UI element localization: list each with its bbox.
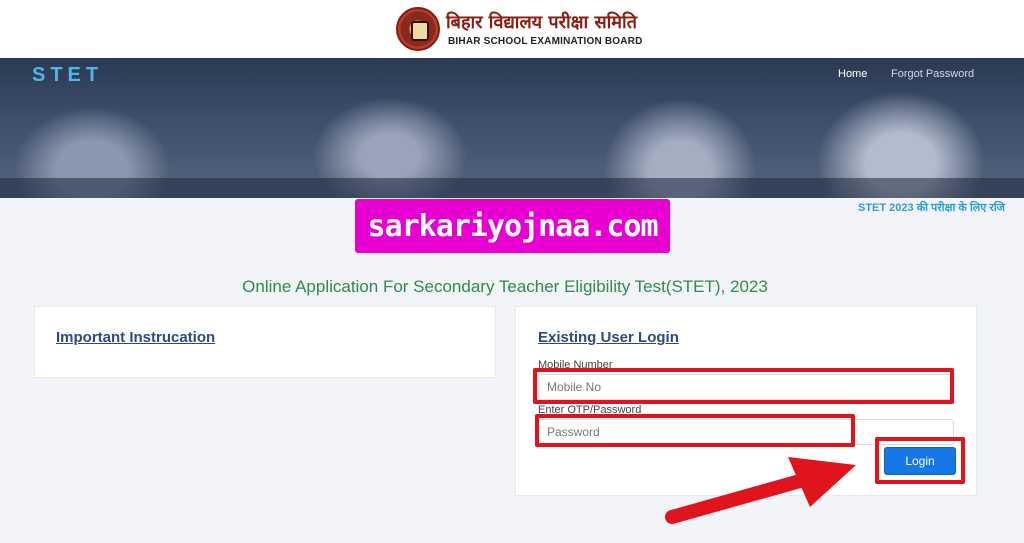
- mobile-number-input[interactable]: [538, 374, 954, 400]
- instructions-card: Important Instrucation: [34, 306, 496, 378]
- board-name-english: BIHAR SCHOOL EXAMINATION BOARD: [448, 36, 643, 47]
- watermark-banner: sarkariyojnaa.com: [355, 199, 670, 253]
- page-title: Online Application For Secondary Teacher…: [242, 277, 768, 296]
- site-brand[interactable]: STET: [32, 64, 103, 87]
- password-input[interactable]: [538, 419, 954, 445]
- top-header: बिहार विद्यालय परीक्षा समिति BIHAR SCHOO…: [0, 0, 1024, 58]
- hero-banner: STET Home Forgot Password: [0, 58, 1024, 198]
- mobile-number-label: Mobile Number: [538, 359, 613, 371]
- password-label: Enter OTP/Password: [538, 404, 642, 416]
- nav-home-link[interactable]: Home: [838, 68, 867, 80]
- login-card: Existing User Login Mobile Number Enter …: [515, 306, 977, 496]
- banner-photo-desk: [0, 178, 1024, 198]
- banner-photo-region: [260, 58, 520, 198]
- notice-marquee[interactable]: STET 2023 की परीक्षा के लिए रजि: [858, 200, 1024, 215]
- board-name-hindi: बिहार विद्यालय परीक्षा समिति: [446, 12, 637, 33]
- instructions-title-link[interactable]: Important Instrucation: [56, 329, 215, 346]
- board-emblem-icon: [396, 7, 440, 51]
- login-title-link[interactable]: Existing User Login: [538, 329, 679, 346]
- nav-forgot-password-link[interactable]: Forgot Password: [891, 68, 974, 80]
- banner-photo-region: [560, 58, 800, 198]
- login-button[interactable]: Login: [884, 447, 956, 475]
